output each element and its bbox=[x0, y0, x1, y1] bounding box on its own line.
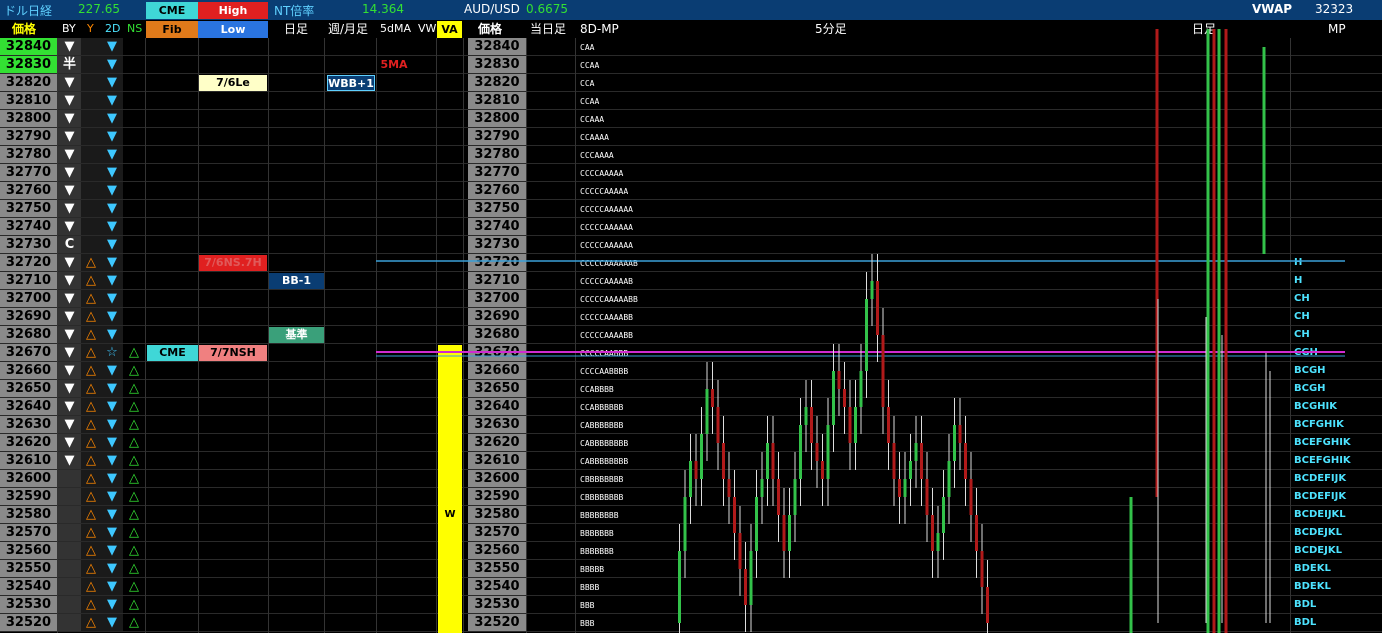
candle-body bbox=[788, 515, 791, 551]
candle-body bbox=[815, 443, 819, 461]
candle-body bbox=[771, 443, 775, 479]
candle-body bbox=[953, 425, 956, 461]
candle-body bbox=[986, 587, 989, 623]
candle-body bbox=[804, 407, 808, 425]
candle-body bbox=[859, 371, 863, 407]
candle-body bbox=[821, 461, 824, 479]
candle-body bbox=[711, 389, 714, 407]
candle-body bbox=[826, 425, 830, 479]
candle-body bbox=[887, 407, 890, 443]
candle-body bbox=[854, 407, 857, 443]
candle-body bbox=[980, 551, 984, 587]
candle-body bbox=[964, 443, 967, 479]
candle-body bbox=[876, 281, 879, 335]
candle-body bbox=[898, 479, 901, 497]
candle-body bbox=[843, 389, 846, 407]
candle-body bbox=[837, 371, 841, 389]
candle-body bbox=[694, 461, 698, 479]
candle-body bbox=[722, 443, 725, 479]
candle-body bbox=[969, 479, 973, 515]
candle-body bbox=[881, 335, 885, 407]
candle-body bbox=[678, 551, 681, 623]
candle-body bbox=[920, 443, 923, 479]
candle-body bbox=[931, 515, 934, 551]
candle-body bbox=[744, 569, 747, 605]
candle-body bbox=[936, 533, 940, 551]
candle-body bbox=[733, 497, 736, 533]
candle-body bbox=[716, 407, 720, 443]
candle-body bbox=[689, 461, 692, 497]
candle-body bbox=[793, 479, 797, 515]
candle-body bbox=[755, 497, 758, 551]
candle-body bbox=[760, 479, 764, 497]
candle-body bbox=[683, 497, 687, 551]
candle-body bbox=[749, 551, 753, 605]
candle-body bbox=[865, 299, 868, 371]
candle-body bbox=[848, 407, 852, 443]
candle-body bbox=[766, 443, 769, 479]
candle-body bbox=[870, 281, 874, 299]
candle-body bbox=[738, 533, 742, 569]
candle-body bbox=[810, 407, 813, 443]
candle-body bbox=[782, 515, 786, 551]
candle-body bbox=[777, 479, 780, 515]
candle-body bbox=[832, 371, 835, 425]
candle-body bbox=[958, 425, 962, 443]
candle-body bbox=[903, 479, 907, 497]
intraday-chart bbox=[376, 29, 1345, 633]
candle-body bbox=[925, 479, 929, 515]
candle-body bbox=[914, 443, 918, 461]
candle-body bbox=[942, 497, 945, 533]
candle-body bbox=[799, 425, 802, 479]
candle-body bbox=[727, 479, 731, 497]
candle-body bbox=[947, 461, 951, 497]
candle-body bbox=[892, 443, 896, 479]
candle-body bbox=[975, 515, 978, 551]
candle-body bbox=[700, 434, 703, 479]
candle-body bbox=[705, 389, 709, 434]
candle-body bbox=[909, 461, 912, 479]
